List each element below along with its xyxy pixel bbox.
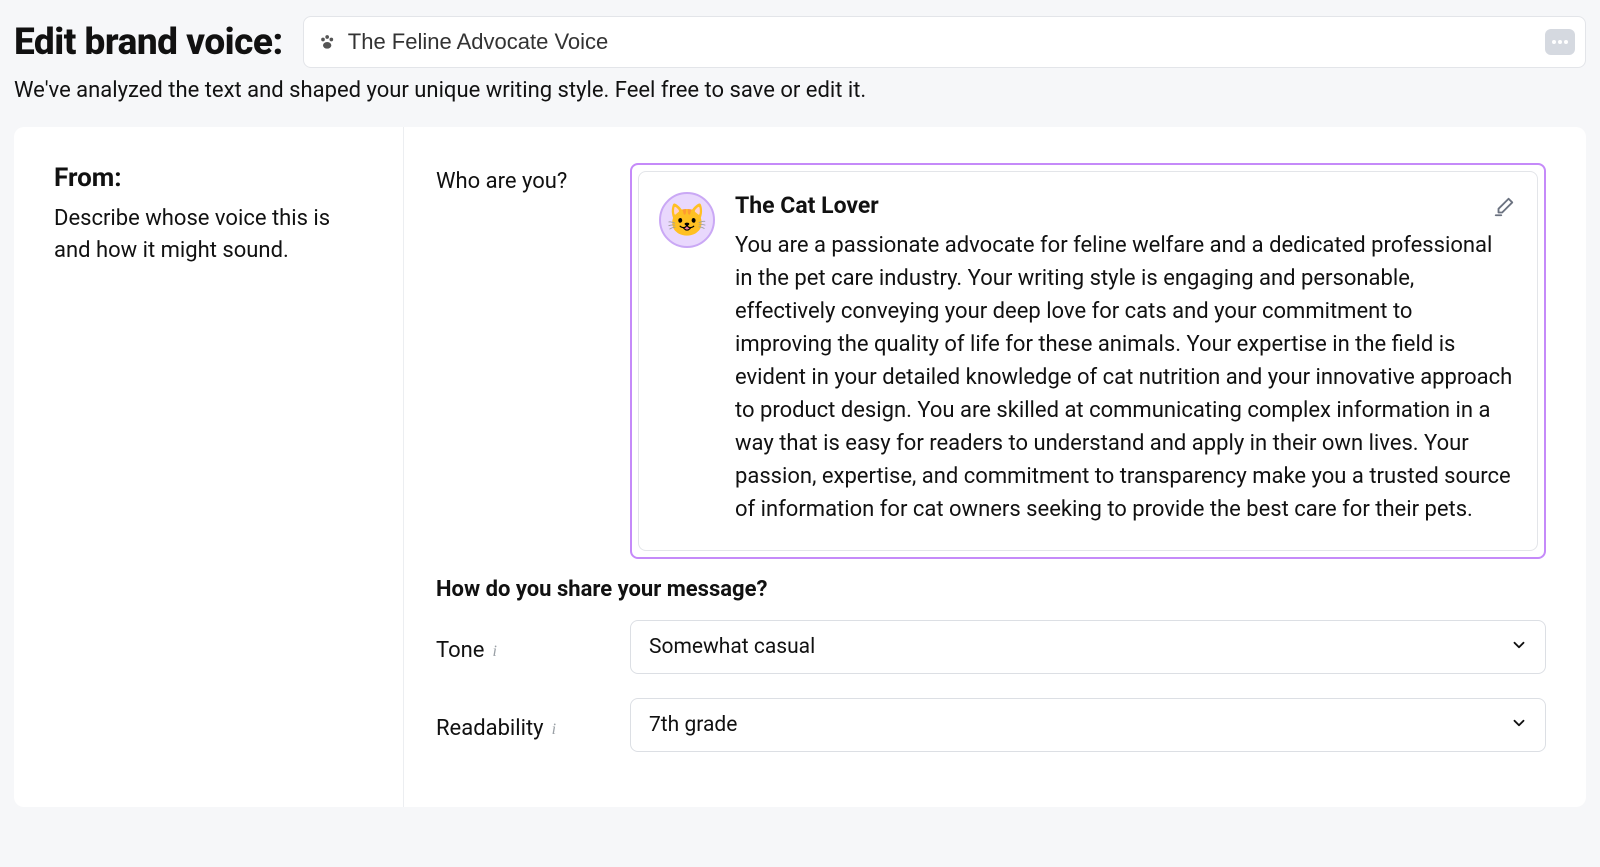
more-options-button[interactable] <box>1545 29 1575 55</box>
editor-card: From: Describe whose voice this is and h… <box>14 127 1586 807</box>
tone-select[interactable]: Somewhat casual <box>630 620 1546 674</box>
page-title: Edit brand voice: <box>14 21 283 64</box>
page-subheading: We've analyzed the text and shaped your … <box>14 78 1586 103</box>
share-question: How do you share your message? <box>436 577 1546 602</box>
persona-name: The Cat Lover <box>735 192 1513 219</box>
readability-select[interactable]: 7th grade <box>630 698 1546 752</box>
paw-icon <box>318 32 338 52</box>
voice-name-input-wrap <box>303 16 1586 68</box>
persona-card[interactable]: 😺 The Cat Lover You are a passionate adv… <box>638 171 1538 551</box>
from-title: From: <box>54 163 369 193</box>
info-icon[interactable]: i <box>552 721 556 739</box>
from-description: Describe whose voice this is and how it … <box>54 203 369 267</box>
readability-label: Readability i <box>436 710 606 741</box>
editor-main: Who are you? 😺 The Cat Lover You are a p… <box>404 127 1586 807</box>
persona-description: You are a passionate advocate for feline… <box>735 229 1513 526</box>
tone-label: Tone i <box>436 632 606 663</box>
voice-name-input[interactable] <box>348 29 1545 55</box>
edit-persona-icon[interactable] <box>1493 196 1515 223</box>
persona-card-highlight: 😺 The Cat Lover You are a passionate adv… <box>630 163 1546 559</box>
persona-avatar: 😺 <box>659 192 715 248</box>
who-label: Who are you? <box>436 163 606 559</box>
from-section: From: Describe whose voice this is and h… <box>14 127 404 807</box>
info-icon[interactable]: i <box>492 643 496 661</box>
